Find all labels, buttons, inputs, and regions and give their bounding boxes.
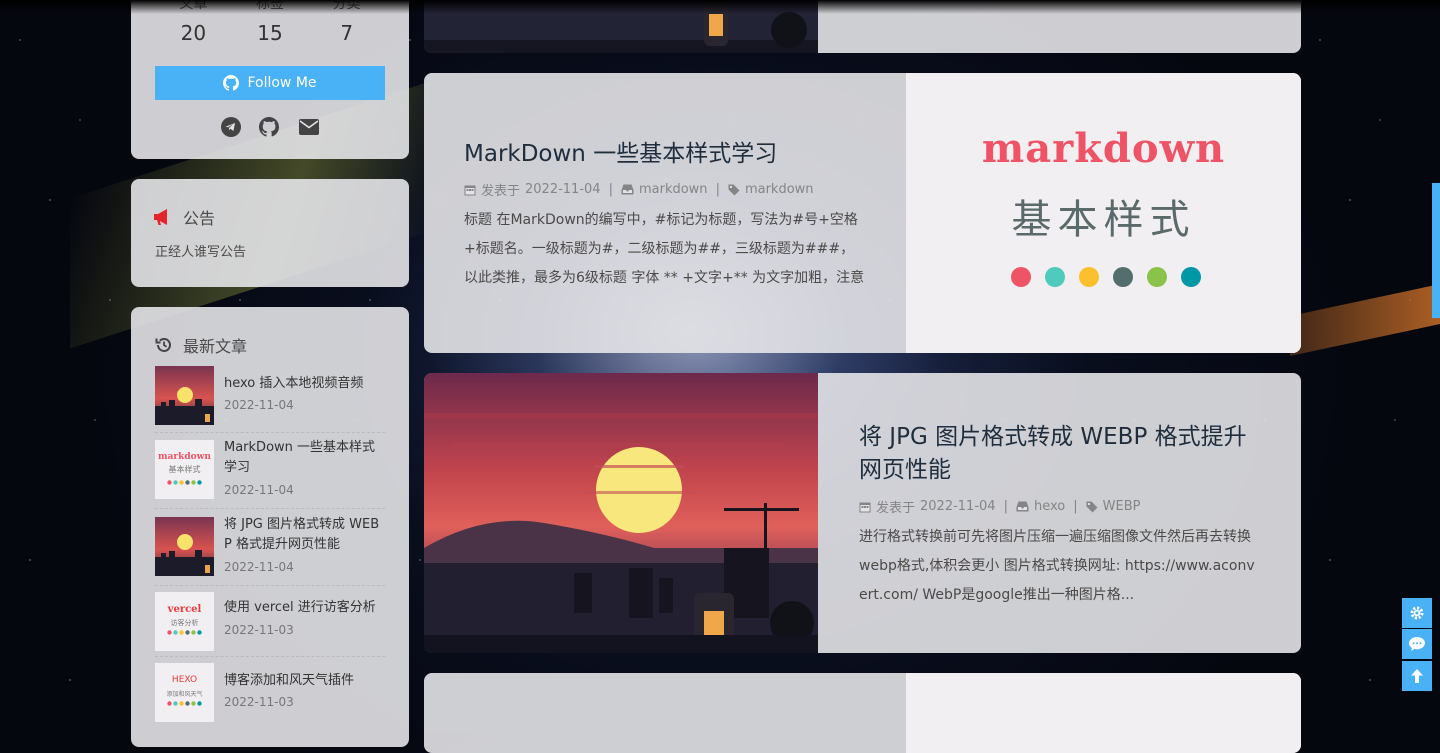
post-date: 2022-11-04 (920, 499, 996, 514)
inbox-icon (621, 184, 634, 195)
post-meta: 发表于 2022-11-04 | hexo | WEBP (859, 497, 1140, 516)
meta-separator: | (1003, 499, 1008, 514)
bullhorn-icon (154, 209, 167, 225)
recent-post-thumbnail[interactable]: vercel 访客分析 (155, 592, 214, 651)
post-tag-link[interactable]: markdown (745, 182, 814, 197)
scrollbar-thumb[interactable] (1432, 183, 1440, 318)
recent-posts-title: 最新文章 (183, 337, 248, 356)
divider (155, 432, 385, 433)
recent-post-title[interactable]: 将 JPG 图片格式转成 WEBP 格式提升网页性能 (224, 515, 384, 555)
post-category-link[interactable]: markdown (639, 182, 708, 197)
post-meta-prefix: 发表于 (876, 501, 916, 516)
recent-post-title[interactable]: MarkDown 一些基本样式学习 (224, 438, 384, 478)
tag-icon (728, 184, 740, 195)
github-icon (223, 75, 240, 91)
stat-value: 7 (340, 21, 354, 45)
recent-post-title[interactable]: 使用 vercel 进行访客分析 (224, 598, 384, 618)
color-dot (1147, 267, 1167, 287)
recent-post-item[interactable]: markdown 基本样式 MarkDown 一些基本样式学习 2022-11-… (155, 440, 385, 500)
post-excerpt: 标题 在MarkDown的编写中，#标记为标题，写法为#号+空格+标题名。一级标… (464, 212, 865, 286)
post-cover-image[interactable] (906, 673, 1301, 753)
stat-value: 15 (257, 21, 283, 45)
post-excerpt: 进行格式转换前可先将图片压缩一遍压缩图像文件然后再去转换webp格式,体积会更小… (859, 529, 1255, 603)
meta-separator: | (1073, 499, 1078, 514)
gear-icon (1410, 606, 1424, 620)
comment-icon (1409, 637, 1425, 651)
history-icon (155, 338, 171, 352)
color-dot (1181, 267, 1201, 287)
github-icon[interactable] (258, 116, 280, 138)
post-tag-link[interactable]: WEBP (1103, 499, 1141, 514)
telegram-icon[interactable] (220, 116, 242, 138)
top-shadow (0, 0, 1440, 14)
recent-post-date: 2022-11-04 (224, 398, 294, 412)
announcement-header: 公告 (153, 205, 215, 229)
color-dot (1079, 267, 1099, 287)
meta-separator: | (715, 182, 720, 197)
post-category-link[interactable]: hexo (1034, 499, 1065, 514)
cover-markdown-word: markdown (981, 125, 1226, 172)
back-to-top-button[interactable] (1402, 661, 1432, 691)
recent-post-thumbnail[interactable]: HEXO 添加和风天气 (155, 663, 214, 722)
thumbnail-markdown-word: markdown (158, 452, 211, 462)
recent-post-thumbnail[interactable]: markdown 基本样式 (155, 440, 214, 499)
announcement-title: 公告 (183, 209, 216, 228)
thumbnail-subtitle: 基本样式 (168, 465, 201, 474)
announcement-text: 正经人谁写公告 (155, 245, 247, 260)
recent-posts-header: 最新文章 (155, 333, 247, 357)
calendar-icon (859, 502, 871, 512)
arrow-up-icon (1411, 669, 1423, 683)
recent-post-title[interactable]: 博客添加和风天气插件 (224, 671, 384, 691)
envelope-icon[interactable] (298, 116, 320, 138)
follow-me-button[interactable]: Follow Me (155, 66, 385, 100)
recent-post-thumbnail[interactable] (155, 517, 214, 576)
post-title[interactable]: 将 JPG 图片格式转成 WEBP 格式提升网页性能 (859, 421, 1269, 487)
calendar-icon (464, 185, 476, 195)
thumbnail-vercel-word: vercel (167, 604, 202, 615)
inbox-icon (1016, 501, 1029, 512)
post-cover-image[interactable] (424, 373, 818, 653)
recent-post-item[interactable]: hexo 插入本地视频音频 2022-11-04 (155, 366, 385, 426)
announcement-card (131, 179, 409, 287)
cover-color-dots (1011, 267, 1201, 287)
stat-value: 20 (180, 21, 207, 45)
color-dot (1045, 267, 1065, 287)
post-date: 2022-11-04 (525, 182, 601, 197)
meta-separator: | (608, 182, 613, 197)
recent-post-date: 2022-11-04 (224, 483, 294, 497)
thumbnail-subtitle: 访客分析 (170, 619, 199, 627)
post-card (424, 673, 1301, 753)
divider (155, 656, 385, 657)
recent-post-item[interactable]: 将 JPG 图片格式转成 WEBP 格式提升网页性能 2022-11-04 (155, 517, 385, 577)
recent-post-date: 2022-11-03 (224, 695, 294, 709)
divider (155, 508, 385, 509)
color-dot (1011, 267, 1031, 287)
cover-subtitle: 基本样式 (1011, 197, 1196, 243)
post-meta-prefix: 发表于 (481, 184, 521, 199)
thumbnail-subtitle: 添加和风天气 (166, 691, 203, 698)
recent-post-title[interactable]: hexo 插入本地视频音频 (224, 374, 384, 394)
recent-post-date: 2022-11-04 (224, 560, 294, 574)
color-dot (1113, 267, 1133, 287)
recent-post-date: 2022-11-03 (224, 623, 294, 637)
thumbnail-hexo-word: HEXO (171, 675, 198, 685)
recent-post-thumbnail[interactable] (155, 366, 214, 425)
recent-post-item[interactable]: vercel 访客分析 使用 vercel 进行访客分析 2022-11-03 (155, 592, 385, 652)
post-cover-image[interactable]: markdown 基本样式 (906, 73, 1301, 353)
recent-post-item[interactable]: HEXO 添加和风天气 博客添加和风天气插件 2022-11-03 (155, 663, 385, 723)
divider (155, 585, 385, 586)
follow-me-label: Follow Me (247, 75, 317, 91)
settings-button[interactable] (1402, 598, 1432, 628)
post-meta: 发表于 2022-11-04 | markdown | markdown (464, 180, 814, 199)
tag-icon (1086, 501, 1098, 512)
post-title[interactable]: MarkDown 一些基本样式学习 (464, 138, 777, 171)
comment-button[interactable] (1402, 629, 1432, 659)
